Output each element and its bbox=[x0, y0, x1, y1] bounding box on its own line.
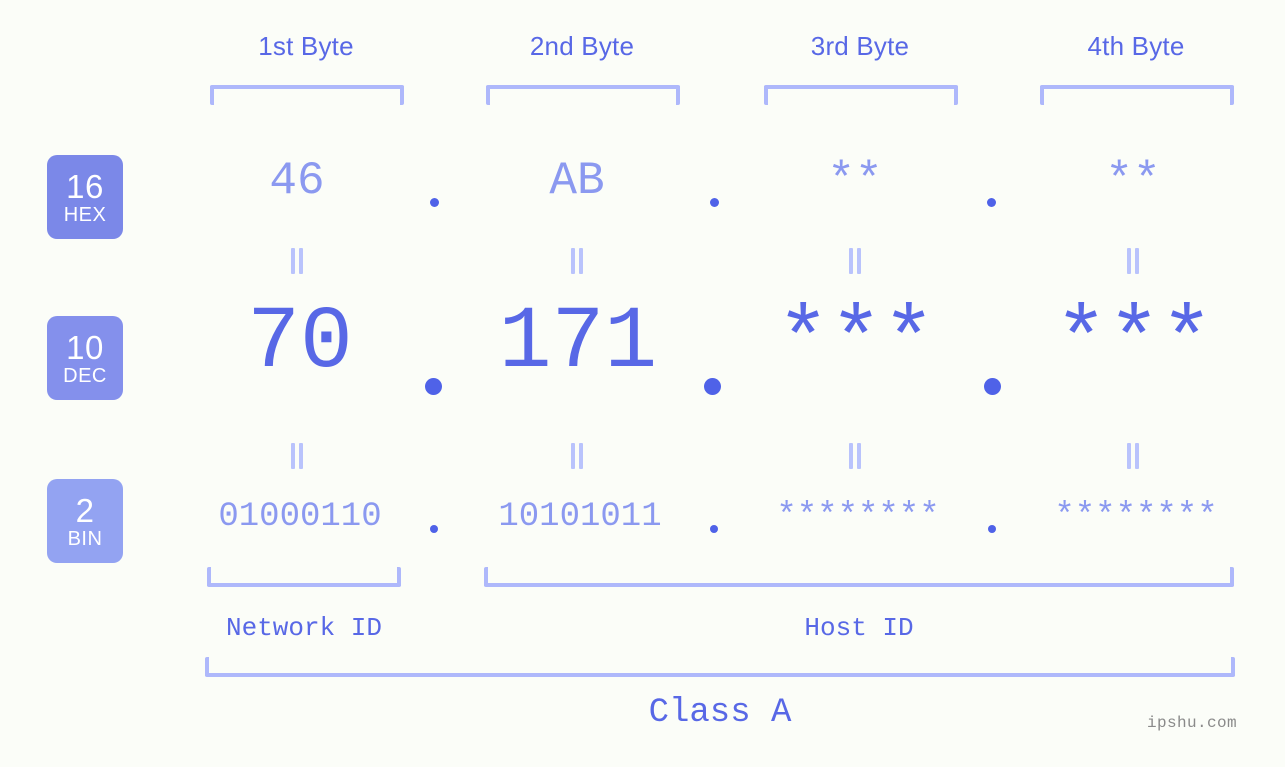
hex-byte-4: ** bbox=[1105, 155, 1161, 207]
dec-byte-1: 70 bbox=[247, 294, 353, 393]
hex-byte-1: 46 bbox=[269, 155, 325, 207]
byte-header-4: 4th Byte bbox=[1087, 31, 1185, 61]
bin-byte-3: ******** bbox=[776, 498, 940, 536]
equals-hex-dec-1 bbox=[290, 248, 304, 274]
equals-hex-dec-2 bbox=[570, 248, 584, 274]
hex-byte-2: AB bbox=[549, 155, 605, 207]
network-id-bracket bbox=[207, 567, 401, 587]
byte-bracket-4 bbox=[1040, 85, 1234, 105]
site-watermark: ipshu.com bbox=[1146, 714, 1237, 732]
byte-header-1: 1st Byte bbox=[258, 31, 354, 61]
byte-bracket-3 bbox=[764, 85, 958, 105]
host-id-label: Host ID bbox=[804, 613, 914, 643]
equals-dec-bin-3 bbox=[848, 443, 862, 469]
base-name-bin: BIN bbox=[67, 527, 103, 550]
bin-byte-4: ******** bbox=[1054, 498, 1218, 536]
equals-hex-dec-3 bbox=[848, 248, 862, 274]
equals-dec-bin-4 bbox=[1126, 443, 1140, 469]
class-label: Class A bbox=[648, 694, 792, 732]
hex-byte-3: ** bbox=[827, 155, 883, 207]
base-badge-dec: 10 DEC bbox=[47, 316, 123, 400]
class-bracket bbox=[205, 657, 1235, 677]
equals-dec-bin-2 bbox=[570, 443, 584, 469]
dec-byte-2: 171 bbox=[498, 294, 658, 393]
byte-header-3: 3rd Byte bbox=[810, 31, 910, 61]
bin-byte-1: 01000110 bbox=[218, 498, 382, 536]
dec-separator-2 bbox=[704, 378, 721, 395]
ip-byte-diagram: 1st Byte 2nd Byte 3rd Byte 4th Byte 16 H… bbox=[0, 0, 1285, 767]
base-radix-bin: 2 bbox=[75, 491, 95, 529]
base-radix-hex: 16 bbox=[66, 167, 104, 205]
byte-bracket-2 bbox=[486, 85, 680, 105]
hex-separator-3 bbox=[987, 198, 996, 207]
dec-separator-3 bbox=[984, 378, 1001, 395]
equals-dec-bin-1 bbox=[290, 443, 304, 469]
bin-separator-1 bbox=[430, 525, 438, 533]
bin-byte-2: 10101011 bbox=[498, 498, 662, 536]
byte-bracket-1 bbox=[210, 85, 404, 105]
base-badge-bin: 2 BIN bbox=[47, 479, 123, 563]
dec-byte-4: *** bbox=[1054, 294, 1214, 393]
base-name-dec: DEC bbox=[63, 364, 107, 387]
byte-header-2: 2nd Byte bbox=[529, 31, 635, 61]
base-radix-dec: 10 bbox=[66, 328, 104, 366]
base-badge-hex: 16 HEX bbox=[47, 155, 123, 239]
host-id-bracket bbox=[484, 567, 1234, 587]
base-name-hex: HEX bbox=[63, 203, 107, 226]
equals-hex-dec-4 bbox=[1126, 248, 1140, 274]
network-id-label: Network ID bbox=[225, 613, 383, 643]
dec-byte-3: *** bbox=[776, 294, 936, 393]
hex-separator-2 bbox=[710, 198, 719, 207]
bin-separator-3 bbox=[988, 525, 996, 533]
hex-separator-1 bbox=[430, 198, 439, 207]
bin-separator-2 bbox=[710, 525, 718, 533]
dec-separator-1 bbox=[425, 378, 442, 395]
